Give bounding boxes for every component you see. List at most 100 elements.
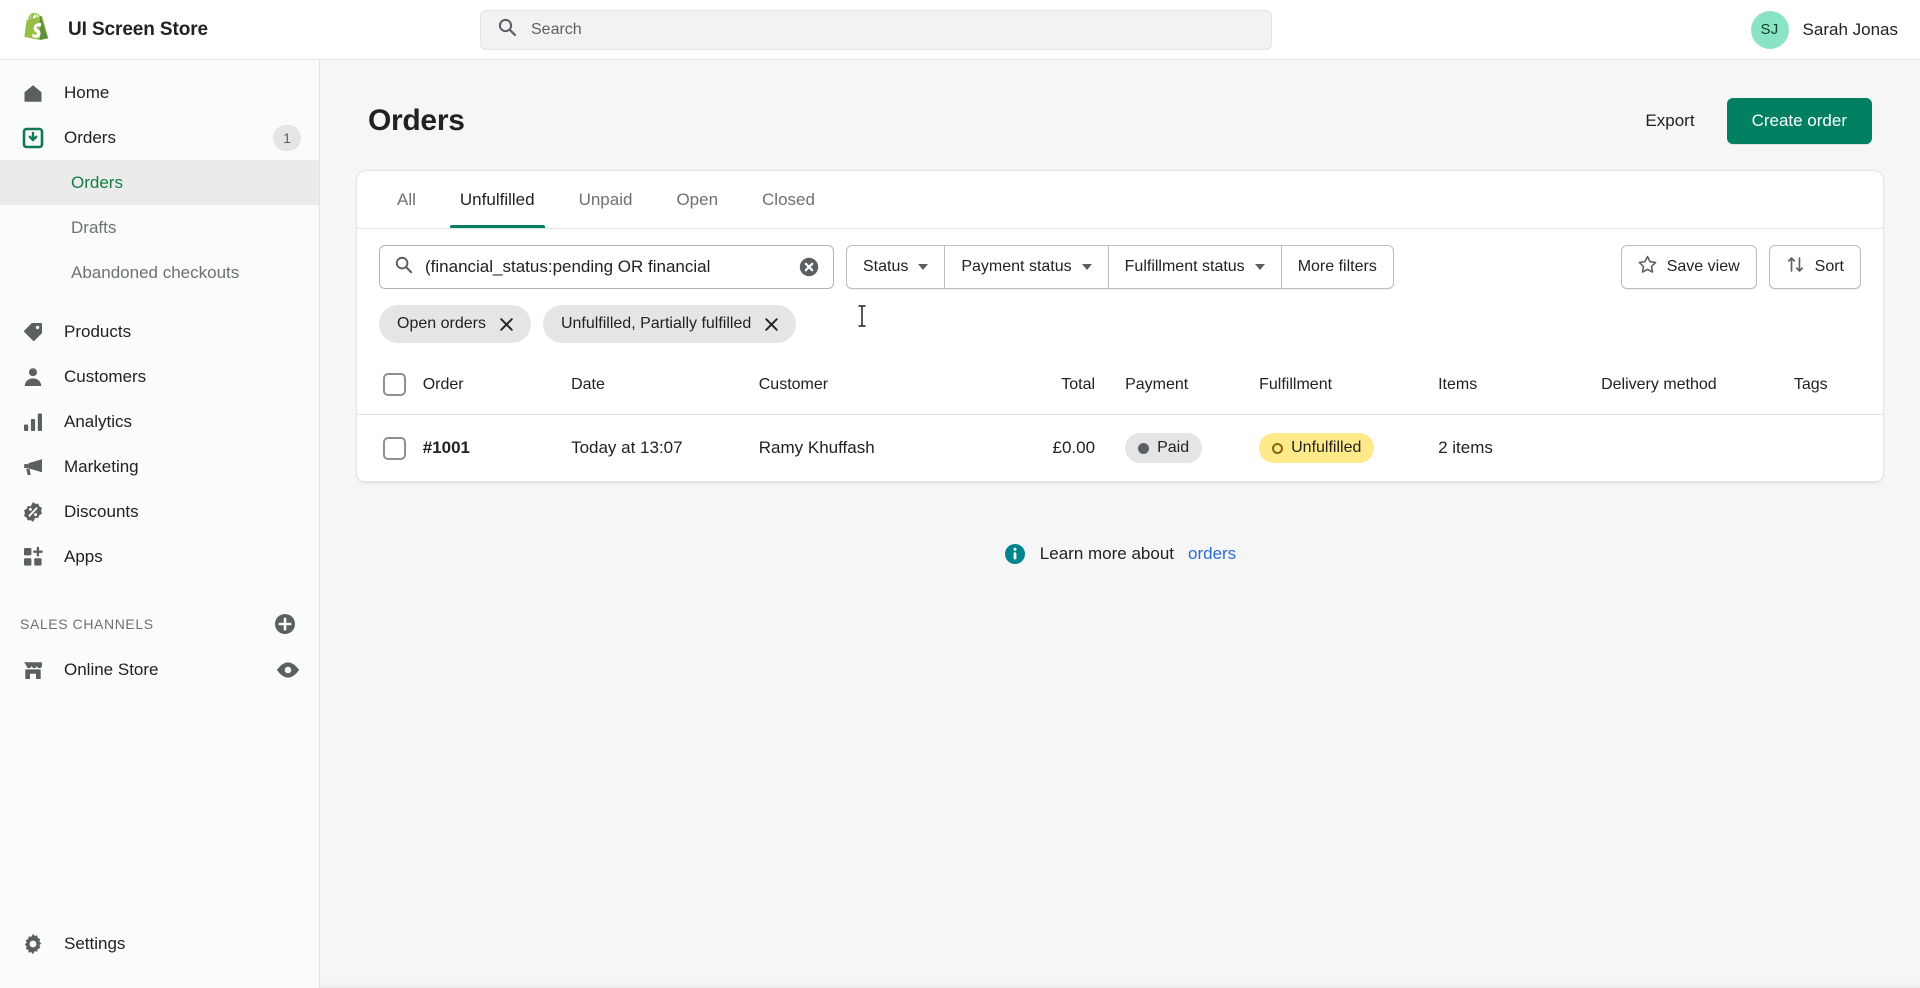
chevron-down-icon (1081, 264, 1092, 270)
orders-table-body: #1001 Today at 13:07 Ramy Khuffash £0.00… (357, 414, 1883, 482)
column-header-total[interactable]: Total (1005, 363, 1126, 415)
orders-inbox-icon (20, 125, 46, 151)
sidebar-item-online-store[interactable]: Online Store (0, 647, 319, 692)
create-order-button[interactable]: Create order (1726, 98, 1872, 144)
info-circle-icon (1004, 543, 1026, 565)
clear-circle-icon[interactable] (797, 255, 821, 279)
tab-open[interactable]: Open (654, 172, 740, 228)
cell-fulfillment: Unfulfilled (1259, 414, 1439, 482)
sidebar-item-orders[interactable]: Orders 1 (0, 115, 319, 160)
active-filter-chips: Open orders Unfulfilled, Partially fulfi… (357, 289, 1883, 343)
fulfillment-status-filter-label: Fulfillment status (1124, 258, 1245, 275)
tab-unfulfilled[interactable]: Unfulfilled (438, 172, 557, 228)
column-header-order[interactable]: Order (422, 363, 572, 415)
sidebar-item-products[interactable]: Products (0, 309, 319, 354)
shopify-bag-icon (22, 12, 54, 47)
search-icon (497, 17, 517, 42)
tab-unpaid[interactable]: Unpaid (557, 172, 655, 228)
cell-delivery-method (1601, 414, 1794, 482)
bottom-shadow (320, 982, 1920, 988)
status-filter-button[interactable]: Status (846, 245, 945, 289)
more-filters-label: More filters (1297, 258, 1377, 275)
sidebar-item-label: Discounts (64, 501, 139, 521)
sidebar-subitem-label: Orders (71, 172, 123, 192)
filter-search-input[interactable]: (financial_status:pending OR financial (379, 245, 834, 289)
sidebar-item-home[interactable]: Home (0, 70, 319, 115)
sidebar-item-label: Orders (64, 127, 116, 147)
export-button[interactable]: Export (1631, 101, 1708, 141)
select-all-checkbox[interactable] (383, 373, 406, 396)
page-header: Orders Export Create order (320, 60, 1920, 144)
eye-icon[interactable] (275, 661, 301, 679)
sales-channels-header: SALES CHANNELS (0, 601, 319, 647)
sidebar-item-settings[interactable]: Settings (0, 921, 319, 966)
sidebar-item-marketing[interactable]: Marketing (0, 444, 319, 489)
filter-chip-label: Open orders (397, 315, 486, 332)
chevron-down-icon (1254, 264, 1265, 270)
column-header-items[interactable]: Items (1438, 363, 1602, 415)
bar-chart-icon (20, 409, 46, 435)
select-all-header (357, 363, 423, 415)
cell-date: Today at 13:07 (571, 414, 759, 482)
cell-total: £0.00 (1005, 414, 1126, 482)
sidebar-item-discounts[interactable]: Discounts (0, 489, 319, 534)
tab-all[interactable]: All (375, 172, 438, 228)
user-menu[interactable]: SJ Sarah Jonas (1750, 10, 1898, 49)
table-row[interactable]: #1001 Today at 13:07 Ramy Khuffash £0.00… (357, 414, 1883, 482)
row-checkbox[interactable] (383, 436, 406, 460)
sidebar-item-label: Marketing (64, 456, 139, 476)
global-search-input[interactable]: Search (480, 9, 1272, 50)
discount-percent-icon (20, 499, 46, 525)
sidebar-item-label: Analytics (64, 411, 133, 431)
orders-table: Order Date Customer Total Payment Fulfil… (357, 363, 1883, 482)
sidebar-item-label: Settings (64, 933, 126, 953)
column-header-delivery-method[interactable]: Delivery method (1601, 363, 1794, 415)
column-header-fulfillment[interactable]: Fulfillment (1259, 363, 1439, 415)
megaphone-icon (20, 454, 46, 480)
close-icon[interactable] (498, 316, 515, 333)
cell-order[interactable]: #1001 (422, 414, 572, 482)
sidebar-subitem-orders[interactable]: Orders (0, 160, 319, 205)
status-badge-label: Paid (1157, 439, 1190, 456)
orders-count-badge: 1 (273, 124, 301, 151)
column-header-payment[interactable]: Payment (1125, 363, 1260, 415)
orders-link[interactable]: orders (1188, 544, 1236, 564)
body: Home Orders 1 Orders Drafts Abandoned ch… (0, 60, 1920, 988)
sidebar-subitem-drafts[interactable]: Drafts (0, 205, 319, 250)
save-view-button[interactable]: Save view (1620, 245, 1757, 289)
sidebar-subitem-abandoned-checkouts[interactable]: Abandoned checkouts (0, 250, 319, 295)
learn-more-text: Learn more about (1039, 544, 1174, 563)
sort-button[interactable]: Sort (1768, 245, 1861, 289)
fulfillment-status-filter-button[interactable]: Fulfillment status (1107, 245, 1281, 289)
brand[interactable]: UI Screen Store (0, 12, 320, 47)
column-header-customer[interactable]: Customer (758, 363, 1006, 415)
status-badge-paid: Paid (1125, 433, 1203, 463)
sidebar-item-apps[interactable]: Apps (0, 534, 319, 579)
filter-chip-open-orders[interactable]: Open orders (379, 305, 531, 343)
sales-channels-title: SALES CHANNELS (20, 616, 154, 632)
sidebar-item-analytics[interactable]: Analytics (0, 399, 319, 444)
chevron-down-icon (918, 264, 929, 270)
page-actions: Export Create order (1631, 98, 1872, 144)
payment-status-filter-label: Payment status (961, 258, 1072, 275)
app-root: UI Screen Store Search SJ Sarah Jonas Ho… (0, 0, 1920, 988)
page-title: Orders (368, 104, 465, 137)
filter-button-group: Status Payment status Fulfillment status (846, 245, 1394, 289)
status-ring-icon (1272, 442, 1284, 454)
sidebar: Home Orders 1 Orders Drafts Abandoned ch… (0, 60, 320, 988)
user-name: Sarah Jonas (1802, 19, 1898, 39)
plus-circle-icon[interactable] (273, 612, 297, 636)
orders-table-head: Order Date Customer Total Payment Fulfil… (357, 363, 1883, 415)
close-icon[interactable] (763, 316, 780, 333)
column-header-tags[interactable]: Tags (1793, 363, 1883, 415)
cell-items: 2 items (1438, 414, 1602, 482)
sidebar-item-customers[interactable]: Customers (0, 354, 319, 399)
payment-status-filter-button[interactable]: Payment status (944, 245, 1108, 289)
more-filters-button[interactable]: More filters (1280, 245, 1394, 289)
column-header-date[interactable]: Date (571, 363, 759, 415)
table-header-row: Order Date Customer Total Payment Fulfil… (357, 363, 1883, 415)
tab-closed[interactable]: Closed (740, 172, 837, 228)
filter-chip-fulfillment[interactable]: Unfulfilled, Partially fulfilled (542, 305, 797, 343)
main-content: Orders Export Create order All Unfulfill… (320, 60, 1920, 988)
